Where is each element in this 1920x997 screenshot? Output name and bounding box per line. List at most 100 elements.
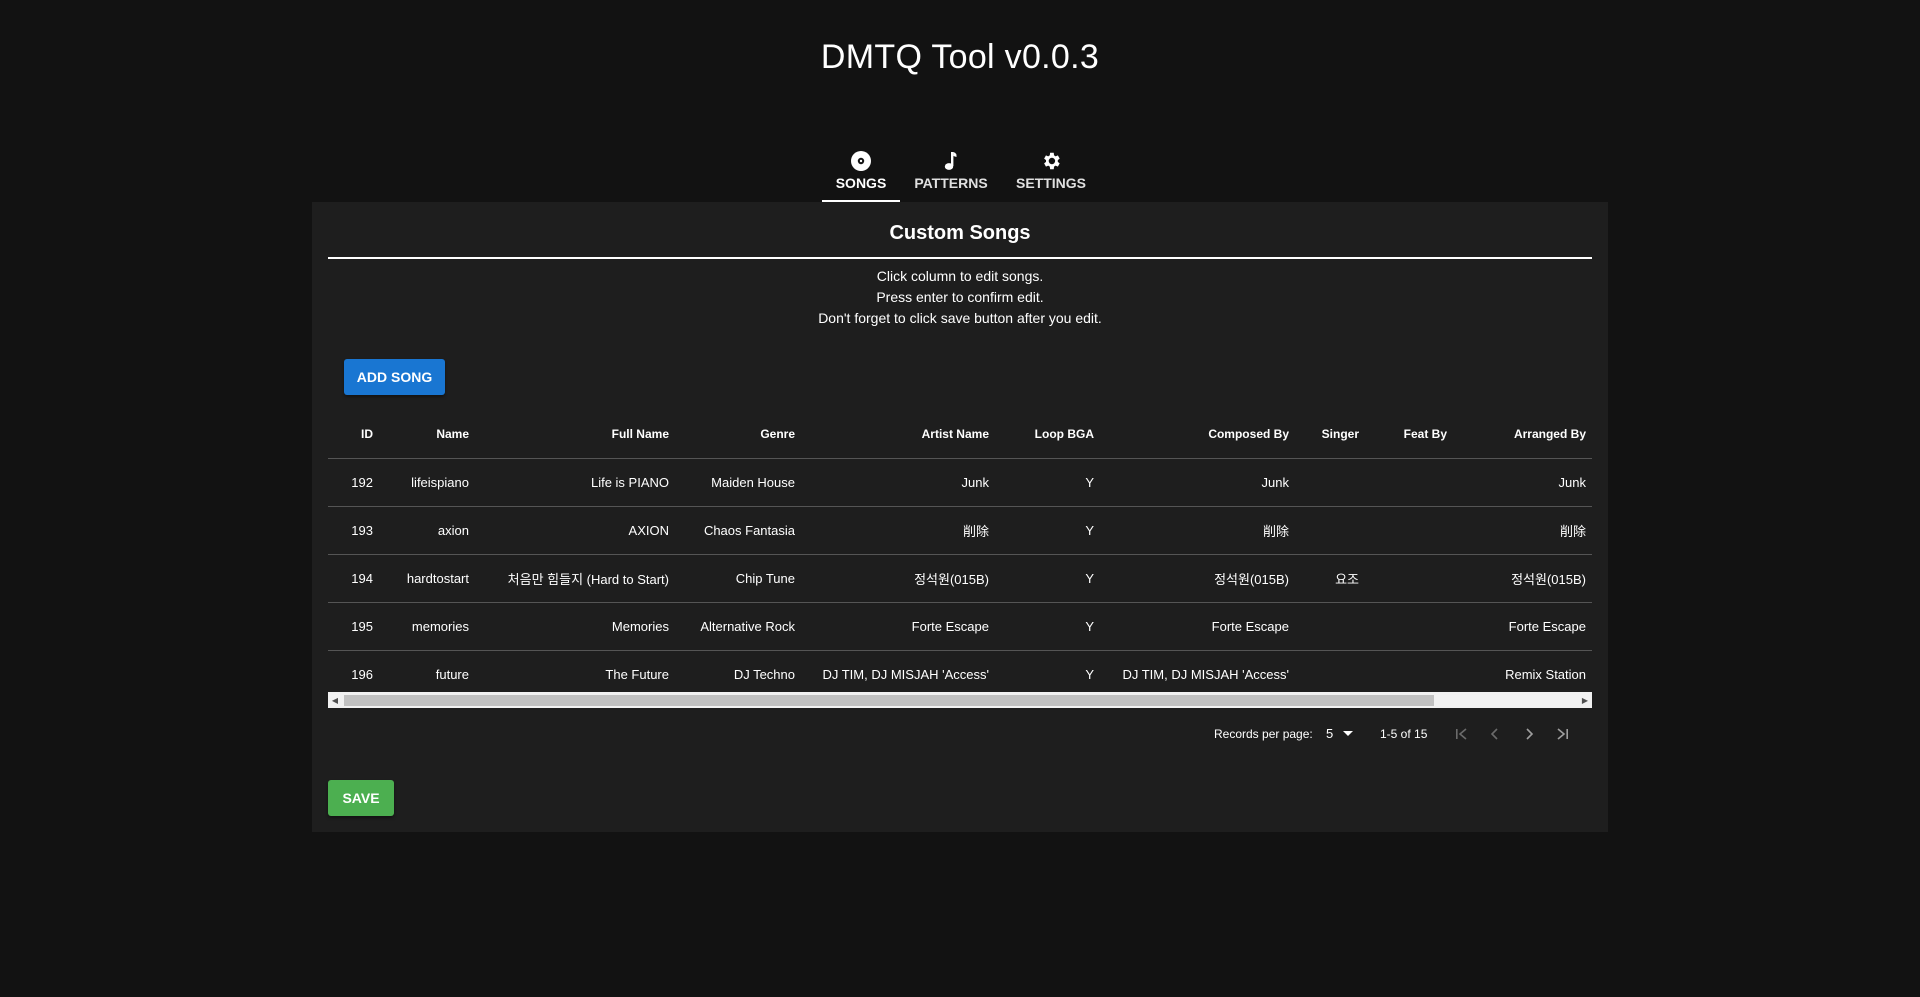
cell-feat-by[interactable] [1365,458,1453,507]
app-title: DMTQ Tool v0.0.3 [820,38,1100,76]
instruction-line: Click column to edit songs. [876,268,1044,284]
cell-arranged-by[interactable]: 削除 [1453,506,1592,555]
next-page-button[interactable] [1517,722,1541,746]
cell-full-name[interactable]: Memories [475,602,675,651]
gear-icon [1040,149,1062,173]
tab-settings-label: SETTINGS [1016,175,1087,191]
add-song-button[interactable]: ADD SONG [344,359,445,395]
column-header-genre[interactable]: Genre [675,410,801,459]
last-page-button[interactable] [1550,722,1574,746]
cell-artist-name[interactable]: 削除 [801,506,995,555]
cell-feat-by[interactable] [1365,506,1453,555]
main-tabs: SONGS PATTERNS SETTINGS [822,138,1100,202]
cell-artist-name[interactable]: DJ TIM, DJ MISJAH 'Access' [801,651,995,699]
table-header-row: ID Name Full Name Genre Artist Name Loop… [328,410,1592,459]
cell-name[interactable]: hardtostart [379,554,475,603]
music-note-icon [943,149,959,173]
horizontal-scrollbar[interactable]: ◀ ▶ [328,692,1592,708]
cell-id[interactable]: 195 [328,602,379,651]
card-title: Custom Songs [889,222,1031,244]
cell-genre[interactable]: Alternative Rock [675,602,801,651]
first-page-icon [1456,728,1467,740]
cell-artist-name[interactable]: 정석원(015B) [801,554,995,603]
scroll-left-arrow-icon[interactable]: ◀ [328,692,342,708]
previous-page-button[interactable] [1483,722,1507,746]
cell-feat-by[interactable] [1365,554,1453,603]
cell-arranged-by[interactable]: 정석원(015B) [1453,554,1592,603]
cell-composed-by[interactable]: DJ TIM, DJ MISJAH 'Access' [1100,651,1295,699]
caret-down-icon [1343,730,1354,736]
tab-songs-label: SONGS [835,175,887,191]
tab-songs[interactable]: SONGS [822,138,900,202]
cell-loop-bga[interactable]: Y [995,602,1100,651]
cell-composed-by[interactable]: 削除 [1100,506,1295,555]
column-header-composed-by[interactable]: Composed By [1100,410,1295,459]
disc-icon [850,149,872,173]
instruction-line: Press enter to confirm edit. [876,289,1044,305]
cell-feat-by[interactable] [1365,602,1453,651]
cell-singer[interactable] [1295,602,1365,651]
cell-genre[interactable]: Chip Tune [675,554,801,603]
cell-full-name[interactable]: AXION [475,506,675,555]
table-row: 196 future The Future DJ Techno DJ TIM, … [328,651,1592,699]
instructions: Click column to edit songs. Press enter … [328,266,1592,329]
cell-loop-bga[interactable]: Y [995,506,1100,555]
cell-arranged-by[interactable]: Remix Station [1453,651,1592,699]
cell-loop-bga[interactable]: Y [995,651,1100,699]
cell-arranged-by[interactable]: Junk [1453,458,1592,507]
cell-id[interactable]: 193 [328,506,379,555]
cell-full-name[interactable]: Life is PIANO [475,458,675,507]
cell-name[interactable]: axion [379,506,475,555]
cell-composed-by[interactable]: Junk [1100,458,1295,507]
tab-settings[interactable]: SETTINGS [1002,138,1100,202]
cell-loop-bga[interactable]: Y [995,554,1100,603]
table-row: 194 hardtostart 처음만 힘들지 (Hard to Start) … [328,554,1592,603]
cell-composed-by[interactable]: Forte Escape [1100,602,1295,651]
tab-patterns[interactable]: PATTERNS [900,138,1002,202]
title-divider [328,257,1592,259]
save-button[interactable]: SAVE [328,780,394,816]
cell-feat-by[interactable] [1365,651,1453,699]
cell-composed-by[interactable]: 정석원(015B) [1100,554,1295,603]
table-row: 192 lifeispiano Life is PIANO Maiden Hou… [328,458,1592,507]
cell-full-name[interactable]: The Future [475,651,675,699]
cell-name[interactable]: future [379,651,475,699]
cell-genre[interactable]: Maiden House [675,458,801,507]
column-header-name[interactable]: Name [379,410,475,459]
first-page-button[interactable] [1450,722,1474,746]
chevron-left-icon [1490,728,1498,740]
column-header-singer[interactable]: Singer [1295,410,1365,459]
cell-artist-name[interactable]: Forte Escape [801,602,995,651]
cell-id[interactable]: 194 [328,554,379,603]
records-per-page-label: Records per page: [1214,727,1313,741]
songs-table: ID Name Full Name Genre Artist Name Loop… [328,410,1592,698]
records-per-page-value: 5 [1326,725,1334,741]
column-header-feat-by[interactable]: Feat By [1365,410,1453,459]
records-per-page-select[interactable]: 5 [1326,722,1366,744]
cell-id[interactable]: 192 [328,458,379,507]
chevron-right-icon [1526,728,1534,740]
cell-arranged-by[interactable]: Forte Escape [1453,602,1592,651]
scroll-right-arrow-icon[interactable]: ▶ [1578,692,1592,708]
cell-id[interactable]: 196 [328,651,379,699]
cell-full-name[interactable]: 처음만 힘들지 (Hard to Start) [475,554,675,603]
cell-singer[interactable] [1295,651,1365,699]
cell-name[interactable]: lifeispiano [379,458,475,507]
scrollbar-thumb[interactable] [344,695,1434,706]
cell-loop-bga[interactable]: Y [995,458,1100,507]
column-header-artist-name[interactable]: Artist Name [801,410,995,459]
cell-genre[interactable]: Chaos Fantasia [675,506,801,555]
column-header-arranged-by[interactable]: Arranged By [1453,410,1592,459]
cell-genre[interactable]: DJ Techno [675,651,801,699]
column-header-full-name[interactable]: Full Name [475,410,675,459]
column-header-id[interactable]: ID [328,410,379,459]
cell-singer[interactable] [1295,506,1365,555]
table-pagination: Records per page: 5 1-5 of 15 [328,708,1592,760]
cell-singer[interactable]: 요조 [1295,554,1365,603]
cell-artist-name[interactable]: Junk [801,458,995,507]
column-header-loop-bga[interactable]: Loop BGA [995,410,1100,459]
last-page-icon [1557,728,1568,740]
table-row: 193 axion AXION Chaos Fantasia 削除 Y 削除 削… [328,506,1592,555]
cell-singer[interactable] [1295,458,1365,507]
cell-name[interactable]: memories [379,602,475,651]
